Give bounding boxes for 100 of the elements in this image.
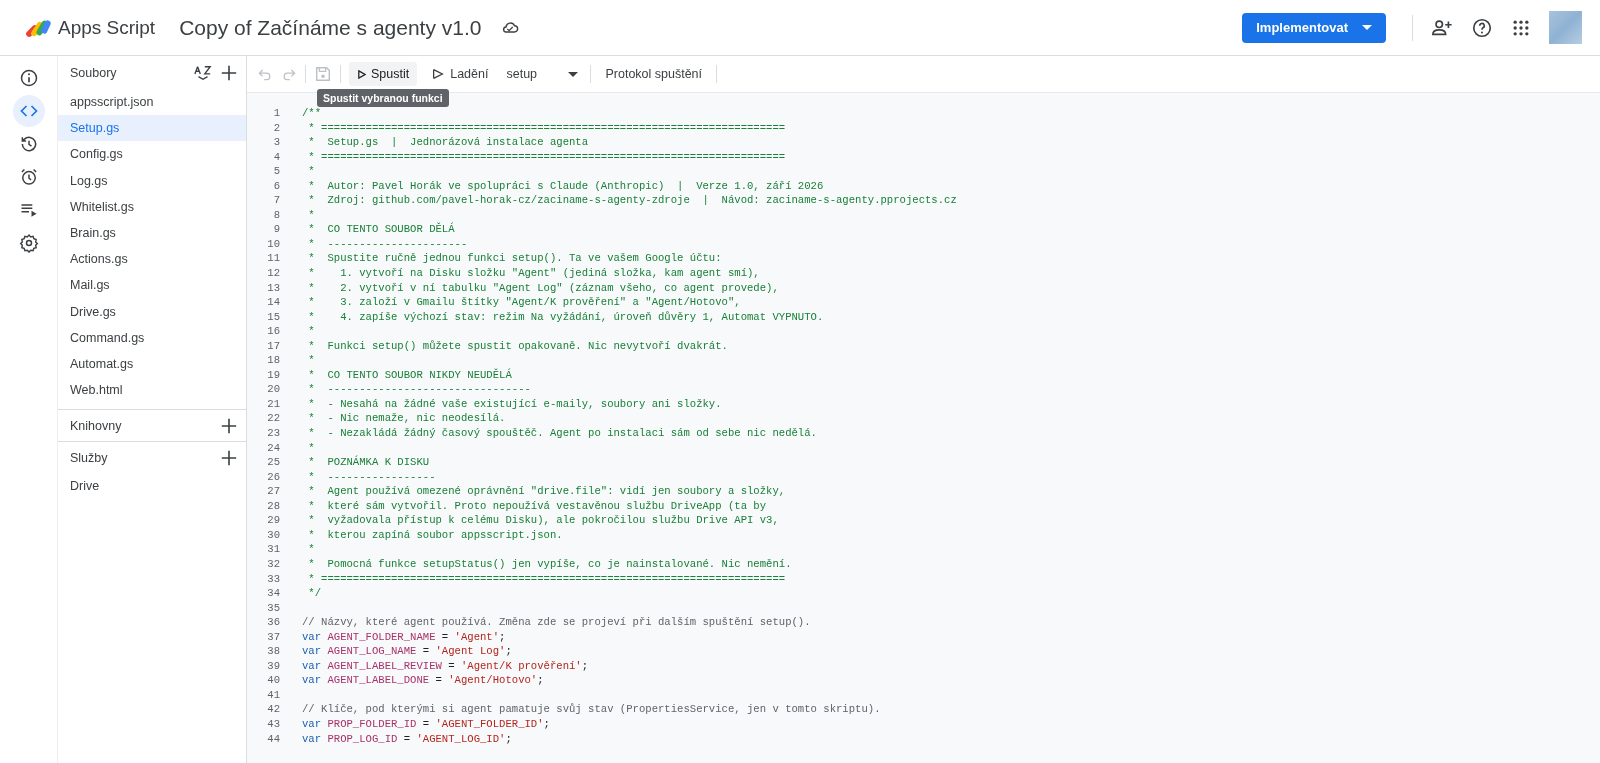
help-icon[interactable] <box>1471 16 1493 39</box>
service-item[interactable]: Drive <box>58 473 246 500</box>
code-keyword: var <box>302 716 322 732</box>
line-number: 40 <box>266 673 280 688</box>
editor-nav-button[interactable] <box>12 95 45 127</box>
code-comment: * POZNÁMKA K DISKU <box>307 455 430 470</box>
code-comment: * ----------------- <box>307 469 436 485</box>
line-number: 10 <box>266 236 280 252</box>
file-item[interactable]: Config.gs <box>58 141 246 168</box>
line-number: 37 <box>266 629 280 645</box>
code-editor[interactable] <box>247 93 1600 763</box>
debug-button[interactable]: Ladění <box>425 62 495 86</box>
code-comment: * 4. zapíše výchozí stav: režim Na vyžádání, úroveň důvěry 1, Automat VYPNUTO. <box>307 309 824 325</box>
code-comment: // Klíče, pod kterými si agent pamatuje svůj stav (PropertiesService, jen v tomto skriptu). <box>302 702 881 717</box>
code-comment: * 1. vytvoří na Disku složku "Agent" (jediná složka, kam agent smí), <box>307 266 760 281</box>
file-item[interactable]: Web.html <box>58 377 246 404</box>
code-text: ; <box>543 716 550 732</box>
code-text: = <box>402 731 412 747</box>
file-item[interactable]: Mail.gs <box>58 272 246 299</box>
code-comment: * - Nezakládá žádný časový spouštěč. Agent po instalaci sám od sebe nic nedělá. <box>307 426 817 441</box>
code-text: ; <box>581 658 589 674</box>
code-comment: * Autor: Pavel Horák ve spolupráci s Claude (Anthropic) | Verze 1.0, září 2026 <box>307 178 824 194</box>
file-item[interactable]: Setup.gs <box>58 115 246 142</box>
file-item[interactable]: Drive.gs <box>58 298 246 325</box>
file-item[interactable]: Log.gs <box>58 167 246 194</box>
code-comment: * kterou zapíná soubor appsscript.json. <box>307 527 563 543</box>
line-number: 30 <box>266 527 280 543</box>
project-title[interactable]: Copy of Začínáme s agenty v1.0 <box>179 15 482 40</box>
code-string: 'Agent/K prověření' <box>460 658 582 674</box>
code-comment: * Pomocná funkce setupStatus() jen vypíše, co je nainstalované. Nic nemění. <box>307 556 792 572</box>
product-name: Apps Script <box>58 16 156 39</box>
code-keyword: var <box>302 644 322 659</box>
file-item[interactable]: Whitelist.gs <box>58 193 246 220</box>
file-item[interactable]: Actions.gs <box>58 246 246 273</box>
code-comment: * 2. vytvoří v ní tabulku "Agent Log" (záznam všeho, co agent provede), <box>307 280 779 296</box>
sort-icon[interactable] <box>194 63 212 82</box>
caret-icon <box>568 71 579 77</box>
play-icon <box>357 69 366 79</box>
deploy-button[interactable]: Implementovat <box>1242 12 1386 43</box>
line-number: 35 <box>266 600 280 616</box>
line-number: 16 <box>266 324 280 339</box>
code-text: ; <box>505 731 512 747</box>
line-number: 3 <box>272 135 280 150</box>
code-string: 'Agent/Hotovo' <box>448 673 538 688</box>
file-item[interactable]: Command.gs <box>58 324 246 351</box>
code-comment: * ========================================================================= <box>307 571 786 587</box>
code-comment: * Spustite ručně jednou funkci setup(). Ta ve vašem Google účtu: <box>307 251 722 266</box>
line-number: 12 <box>266 266 280 281</box>
line-number: 8 <box>272 207 280 223</box>
add-file-icon[interactable] <box>220 63 238 82</box>
code-comment: * ---------------------- <box>307 236 468 252</box>
code-identifier: AGENT_LABEL_DONE <box>327 673 430 688</box>
line-number: 15 <box>266 309 280 325</box>
line-number: 41 <box>266 687 280 703</box>
file-item[interactable]: Brain.gs <box>58 219 246 247</box>
code-comment: * ========================================================================= <box>307 120 786 136</box>
line-number: 14 <box>266 295 280 310</box>
code-keyword: var <box>302 658 322 674</box>
file-item[interactable]: Automat.gs <box>58 350 246 378</box>
line-number: 25 <box>266 455 280 470</box>
code-comment: * vyžadovala přístup k celému Disku), ale pokročilou službu Drive API v3, <box>307 513 779 528</box>
line-number: 2 <box>272 120 280 136</box>
line-number: 11 <box>266 251 280 266</box>
tooltip: Spustit vybranou funkci <box>317 89 449 107</box>
line-number: 23 <box>266 426 280 441</box>
code-comment: * <box>307 353 315 368</box>
code-comment: * <box>307 164 315 179</box>
code-comment: * ========================================================================= <box>307 149 786 165</box>
function-dropdown[interactable]: setup <box>502 67 583 81</box>
add-icon[interactable] <box>220 448 238 467</box>
code-text: = <box>421 644 431 659</box>
line-number: 20 <box>266 382 280 397</box>
code-comment: * Zdroj: github.com/pavel-horak-cz/zaciname-s-agenty-zdroje | Návod: zaciname-s-agenty.pprojects.cz <box>307 193 957 208</box>
code-keyword: var <box>302 629 322 645</box>
code-comment: // Názvy, které agent používá. Změna zde se projeví při dalším spuštění setup(). <box>302 615 811 630</box>
code-comment: */ <box>307 586 322 601</box>
run-button[interactable]: Spustit <box>349 62 418 86</box>
code-text: = <box>434 673 443 688</box>
code-identifier: AGENT_LOG_NAME <box>327 644 417 659</box>
code-text: ; <box>505 644 512 659</box>
add-icon[interactable] <box>220 416 238 435</box>
file-item[interactable]: appsscript.json <box>58 89 246 116</box>
code-identifier: PROP_LOG_ID <box>327 731 398 747</box>
line-number: 42 <box>266 702 280 717</box>
code-string: 'Agent' <box>454 629 500 645</box>
line-number: 27 <box>266 484 280 499</box>
code-comment: * 3. založí v Gmailu štítky "Agent/K prověření" a "Agent/Hotovo", <box>307 295 741 310</box>
line-number: 13 <box>266 280 280 296</box>
line-number: 43 <box>266 716 280 732</box>
line-number: 21 <box>266 396 280 412</box>
line-number: 17 <box>266 338 280 354</box>
code-string: 'AGENT_LOG_ID' <box>416 731 506 747</box>
line-number: 18 <box>266 353 280 368</box>
code-comment: * - Nesahá na žádné vaše existující e-maily, soubory ani složky. <box>307 396 722 412</box>
code-comment: /** <box>302 106 322 121</box>
line-number: 22 <box>266 411 280 427</box>
code-comment: * <box>307 440 315 456</box>
code-comment: * <box>307 324 315 339</box>
execution-log-button[interactable]: Protokol spuštění <box>599 62 709 86</box>
line-number: 38 <box>266 644 280 659</box>
